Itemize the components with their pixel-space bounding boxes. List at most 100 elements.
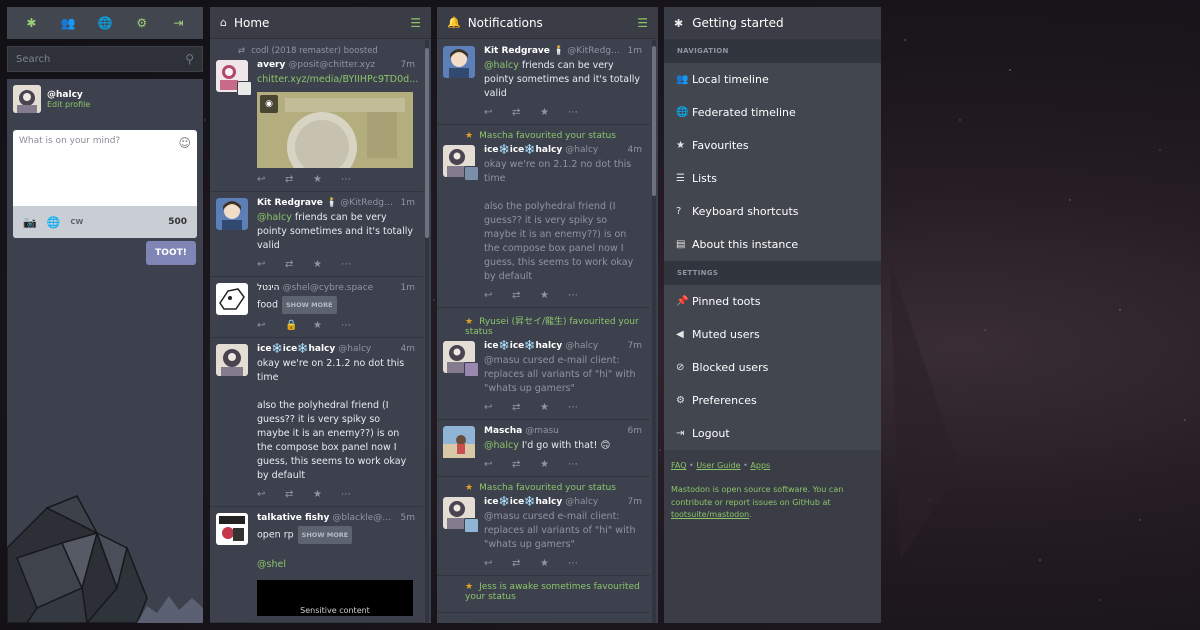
boost-icon[interactable]: ⇄ [285,489,313,500]
favourite-icon[interactable]: ★ [540,402,568,413]
favourite-icon[interactable]: ★ [540,459,568,470]
show-more-button[interactable]: SHOW MORE [282,296,337,314]
more-icon[interactable]: ⋯ [568,558,596,569]
display-name[interactable]: הינטל [257,283,279,293]
avatar[interactable] [443,497,479,533]
favouriter-avatar[interactable] [464,362,479,377]
camera-icon[interactable]: 📷 [23,216,37,229]
boost-icon[interactable]: ⇄ [285,259,313,270]
booster-avatar[interactable] [237,81,252,96]
reply-icon[interactable]: ↩ [257,259,285,270]
mention-link[interactable]: @shel [257,559,286,570]
more-icon[interactable]: ⋯ [568,290,596,301]
account-handle[interactable]: @halcy [565,341,598,351]
avatar[interactable] [443,426,475,458]
favourite-icon[interactable]: ★ [313,174,341,185]
logout-tab-icon[interactable]: ⇥ [168,16,190,30]
reply-icon[interactable]: ↩ [484,290,512,301]
avatar[interactable] [443,145,479,181]
boost-icon[interactable]: ⇄ [512,402,540,413]
more-icon[interactable]: ⋯ [568,107,596,118]
more-icon[interactable]: ⋯ [568,459,596,470]
timestamp[interactable]: 1m [397,283,416,293]
show-more-button[interactable]: SHOW MORE [297,526,353,544]
timestamp[interactable]: 4m [397,344,416,354]
notification[interactable]: ★ Jess is awake sometimes favourited your… [437,576,650,613]
avatar[interactable] [13,85,41,113]
eye-icon[interactable]: ◉ [260,95,278,113]
nav-about-instance[interactable]: ▤ About this instance [664,228,881,261]
display-name[interactable]: Kit Redgrave 🕯️ [257,198,337,208]
boost-icon[interactable]: ⇄ [512,558,540,569]
timestamp[interactable]: 7m [624,497,643,507]
account-handle[interactable]: @KitRedgra... [340,198,396,208]
nav-lists[interactable]: ☰ Lists [664,162,881,195]
status[interactable]: talkative fishy @blackle@dev.... 5m open… [210,507,423,623]
mention-link[interactable]: @halcy [484,440,519,451]
github-repo-link[interactable]: tootsuite/mastodon [671,510,749,519]
avatar[interactable] [443,341,479,377]
nav-muted-users[interactable]: ◀ Muted users [664,318,881,351]
account-handle[interactable]: @KitRedgra... [567,46,623,56]
boost-icon[interactable]: ⇄ [512,107,540,118]
avatar[interactable] [443,46,475,78]
display-name[interactable]: ice❄️ice❄️halcy [484,341,562,351]
favouriter-avatar[interactable] [464,518,479,533]
account-handle[interactable]: @halcy [565,497,598,507]
notification[interactable]: Mascha @masu 6m @halcy I'd go with that!… [437,420,650,477]
reply-icon[interactable]: ↩ [257,320,285,331]
timestamp[interactable]: 6m [624,426,643,436]
account-handle[interactable]: @shel@cybre.space [282,283,373,293]
cw-toggle[interactable]: CW [70,218,83,226]
more-icon[interactable]: ⋯ [341,320,369,331]
search-input[interactable] [16,53,186,65]
reply-icon[interactable]: ↩ [484,558,512,569]
favourite-icon[interactable]: ★ [313,320,341,331]
edit-profile-link[interactable]: Edit profile [47,100,90,109]
nav-federated-timeline[interactable]: 🌐 Federated timeline [664,96,881,129]
status[interactable]: ⇄ codl (2018 remaster) boosted avery @pos… [210,40,423,192]
timestamp[interactable]: 7m [397,60,416,70]
status-link[interactable]: chitter.xyz/media/BYIIHPc9TD0d... [257,74,418,85]
mention-link[interactable]: @halcy [484,60,519,71]
nav-keyboard-shortcuts[interactable]: ? Keyboard shortcuts [664,195,881,228]
notification[interactable]: ★ Mascha favourited your status ice❄️ice❄… [437,125,650,308]
avatar[interactable] [216,344,248,376]
timestamp[interactable]: 4m [624,145,643,155]
notification[interactable]: ★ Ryusei (昇セイ/龍生) favourited your status … [437,308,650,420]
more-icon[interactable]: ⋯ [341,174,369,185]
reply-icon[interactable]: ↩ [257,174,285,185]
compose-textarea[interactable] [13,130,197,205]
column-settings-icon[interactable]: ☰ [637,16,648,30]
notifications-column-header[interactable]: 🔔 Notifications ☰ [437,7,658,39]
favourite-icon[interactable]: ★ [313,489,341,500]
status[interactable]: Kit Redgrave 🕯️ @KitRedgra... 1m @halcy … [210,192,423,277]
account-handle[interactable]: @posit@chitter.xyz [288,60,375,70]
reply-icon[interactable]: ↩ [484,402,512,413]
column-settings-icon[interactable]: ☰ [410,16,421,30]
avatar[interactable] [216,283,248,315]
more-icon[interactable]: ⋯ [341,489,369,500]
status[interactable]: הינטל @shel@cybre.space 1m food SHOW MORE… [210,277,423,338]
account-handle[interactable]: @masu [525,426,559,436]
account-handle[interactable]: @halcy [565,145,598,155]
account-handle[interactable]: @halcy [338,344,371,354]
account-handle[interactable]: @blackle@dev.... [332,513,396,523]
timestamp[interactable]: 7m [624,341,643,351]
sensitive-media[interactable]: Sensitive content [257,580,413,616]
emoji-picker-icon[interactable]: ☺ [178,136,191,150]
mention-link[interactable]: @halcy [257,212,292,223]
search-icon[interactable]: ⚲ [185,52,194,66]
reply-icon[interactable]: ↩ [484,107,512,118]
more-icon[interactable]: ⋯ [568,402,596,413]
favourite-icon[interactable]: ★ [540,558,568,569]
federated-timeline-tab-icon[interactable]: 🌐 [94,16,116,30]
globe-icon[interactable]: 🌐 [47,216,61,229]
favouriter-avatar[interactable] [464,166,479,181]
favourite-icon[interactable]: ★ [540,107,568,118]
display-name[interactable]: ice❄️ice❄️halcy [484,145,562,155]
faq-link[interactable]: FAQ [671,461,687,470]
home-column-header[interactable]: ⌂ Home ☰ [210,7,431,39]
nav-preferences[interactable]: ⚙ Preferences [664,384,881,417]
boost-icon[interactable]: ⇄ [285,174,313,185]
